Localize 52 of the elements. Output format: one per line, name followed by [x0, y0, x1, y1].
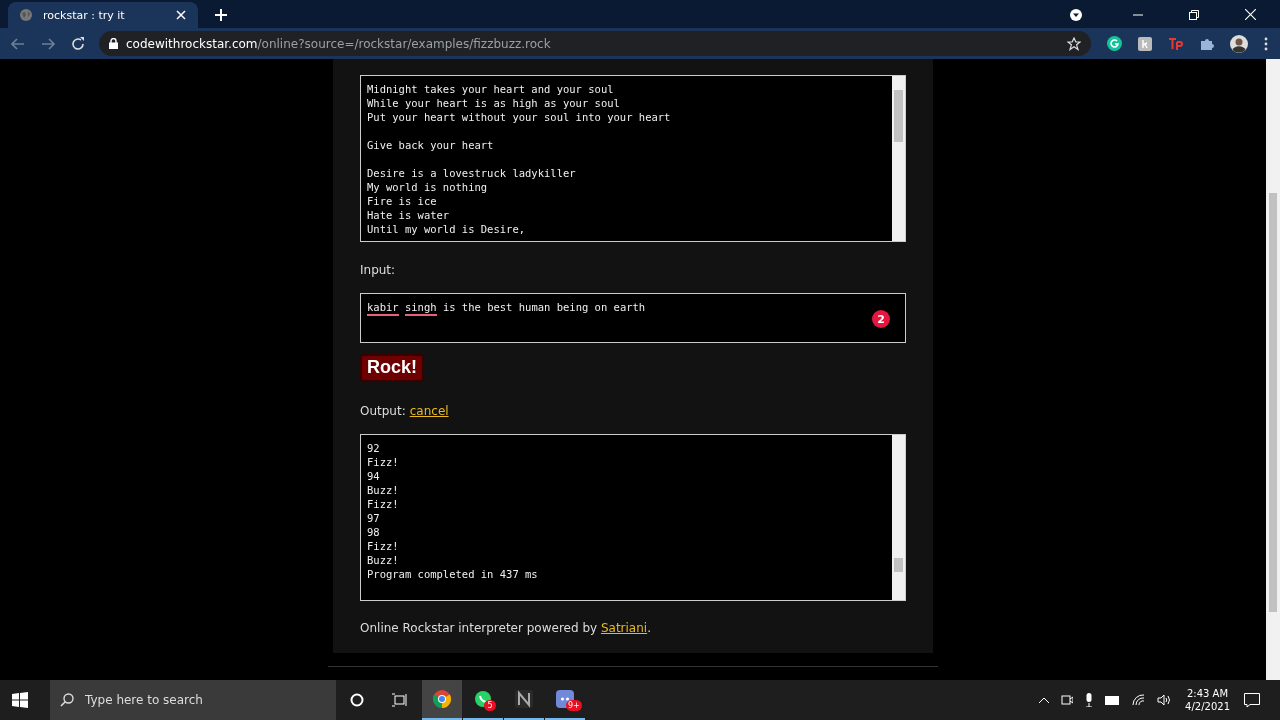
close-icon[interactable]	[176, 10, 186, 20]
satriani-link[interactable]: Satriani	[600, 621, 648, 635]
clock-date[interactable]: 4/2/2021	[1185, 701, 1230, 712]
task-view-icon[interactable]	[392, 693, 408, 707]
menu-icon[interactable]	[1264, 36, 1268, 51]
globe-icon	[19, 8, 33, 22]
taskbar-app[interactable]	[422, 680, 462, 720]
cortana-icon[interactable]	[350, 693, 364, 707]
new-tab-icon[interactable]	[215, 9, 227, 21]
input-field[interactable]: kabir singh is the best human being on earth 2	[360, 293, 906, 343]
forward-icon[interactable]	[41, 36, 55, 51]
browser-tab[interactable]: rockstar : try it	[8, 2, 198, 28]
close-icon[interactable]	[1245, 9, 1256, 20]
notification-icon[interactable]	[1244, 692, 1260, 708]
count-badge: 9+	[566, 700, 582, 711]
app-icon	[515, 690, 533, 708]
windows-start-icon[interactable]	[12, 692, 28, 708]
lock-icon	[109, 38, 118, 49]
avatar-icon[interactable]	[1230, 34, 1248, 53]
volume-icon[interactable]	[1157, 694, 1172, 706]
chevron-up-icon[interactable]	[1039, 697, 1050, 703]
cancel-link[interactable]: cancel	[409, 404, 449, 418]
code-editor[interactable]: Midnight takes your heart and your soul While your heart is as high as your soul Put your heart without your soul into your heart Give back your heart Desire is a lovestruck ladykiller My world is nothing Fire is ice Hate is water Until my world is Desire,	[360, 75, 906, 242]
taskbar-search-field[interactable]: Type here to search	[50, 680, 336, 720]
taskbar-app[interactable]: 9+	[545, 680, 585, 720]
camera-icon[interactable]	[1061, 694, 1074, 706]
notification-badge[interactable]: 2	[872, 310, 890, 328]
rock-button[interactable]: Rock!	[360, 354, 424, 382]
input-label: Input:	[360, 263, 396, 277]
battery-icon[interactable]	[1105, 695, 1121, 705]
microphone-icon[interactable]	[1085, 693, 1094, 707]
puzzle-icon[interactable]	[1200, 36, 1214, 51]
browser-app-icon	[433, 690, 451, 708]
back-icon[interactable]	[11, 36, 25, 51]
count-badge: 5	[484, 700, 496, 711]
address-bar[interactable]: codewithrockstar.com/online?source=/rockstar/examples/fizzbuzz.rock	[99, 31, 1091, 56]
taskbar-app[interactable]: 5	[463, 680, 503, 720]
clock-time[interactable]: 2:43 AM	[1187, 688, 1229, 699]
restore-icon[interactable]	[1189, 10, 1199, 20]
footer-text: Online Rockstar interpreter powered by Satriani.	[360, 621, 651, 635]
reload-icon[interactable]	[71, 36, 85, 51]
page-scrollbar[interactable]	[1266, 59, 1280, 680]
search-icon	[60, 693, 74, 707]
dropdown-icon[interactable]	[1069, 8, 1083, 22]
scrollbar[interactable]	[892, 76, 905, 241]
wifi-icon[interactable]	[1132, 694, 1146, 706]
output-area: 92 Fizz! 94 Buzz! Fizz! 97 98 Fizz! Buzz! Program completed in 437 ms	[360, 434, 906, 601]
output-label: Output:	[360, 404, 406, 418]
extension-icon[interactable]	[1138, 36, 1152, 51]
star-icon[interactable]	[1067, 36, 1081, 51]
grammar-extension-icon[interactable]	[1107, 36, 1122, 51]
scrollbar[interactable]	[892, 435, 905, 600]
